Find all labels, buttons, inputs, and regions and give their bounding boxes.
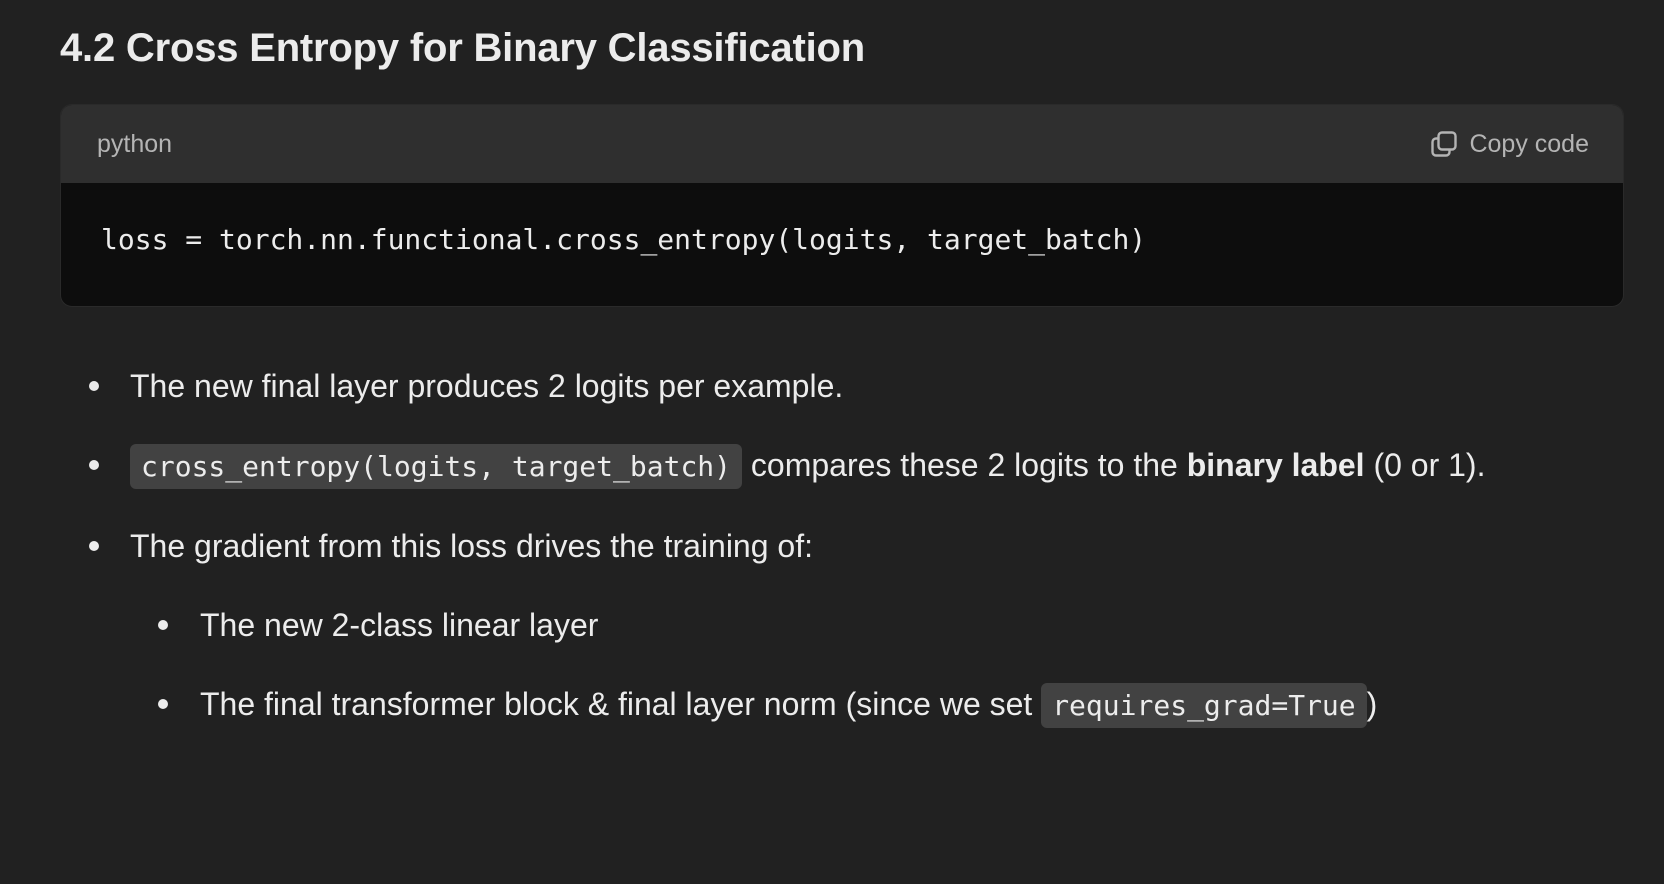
sub-list-item-text: ) [1366,686,1378,722]
code-header: python Copy code [61,105,1623,183]
sub-list-item: The final transformer block & final laye… [130,673,1544,737]
bullet-list: The new final layer produces 2 logits pe… [0,355,1664,754]
copy-code-label: Copy code [1469,129,1589,158]
list-item-text: The gradient from this loss drives the t… [130,528,813,564]
list-item: The gradient from this loss drives the t… [0,515,1664,737]
sub-list-item: The new 2-class linear layer [130,594,1544,656]
list-item-text: The new final layer produces 2 logits pe… [130,368,844,404]
list-item-text: compares these 2 logits to the [742,447,1187,483]
list-item: cross_entropy(logits, target_batch) comp… [0,434,1664,498]
list-item: The new final layer produces 2 logits pe… [0,355,1664,417]
copy-icon [1429,129,1459,159]
code-block: python Copy code loss = torch.nn.functio… [60,104,1624,307]
sub-list-item-text: The new 2-class linear layer [200,607,599,643]
bold-text: binary label [1186,447,1365,483]
code-language-label: python [97,129,173,158]
code-content: loss = torch.nn.functional.cross_entropy… [101,223,1147,256]
inline-code: requires_grad=True [1041,683,1367,728]
list-item-text: (0 or 1). [1364,447,1486,483]
inline-code: cross_entropy(logits, target_batch) [130,444,743,489]
page: 4.2 Cross Entropy for Binary Classificat… [0,0,1664,884]
copy-code-button[interactable]: Copy code [1429,129,1589,159]
section-heading: 4.2 Cross Entropy for Binary Classificat… [60,26,865,70]
sub-list-item-text: The final transformer block & final laye… [200,686,1042,722]
sub-bullet-list: The new 2-class linear layer The final t… [130,594,1544,737]
